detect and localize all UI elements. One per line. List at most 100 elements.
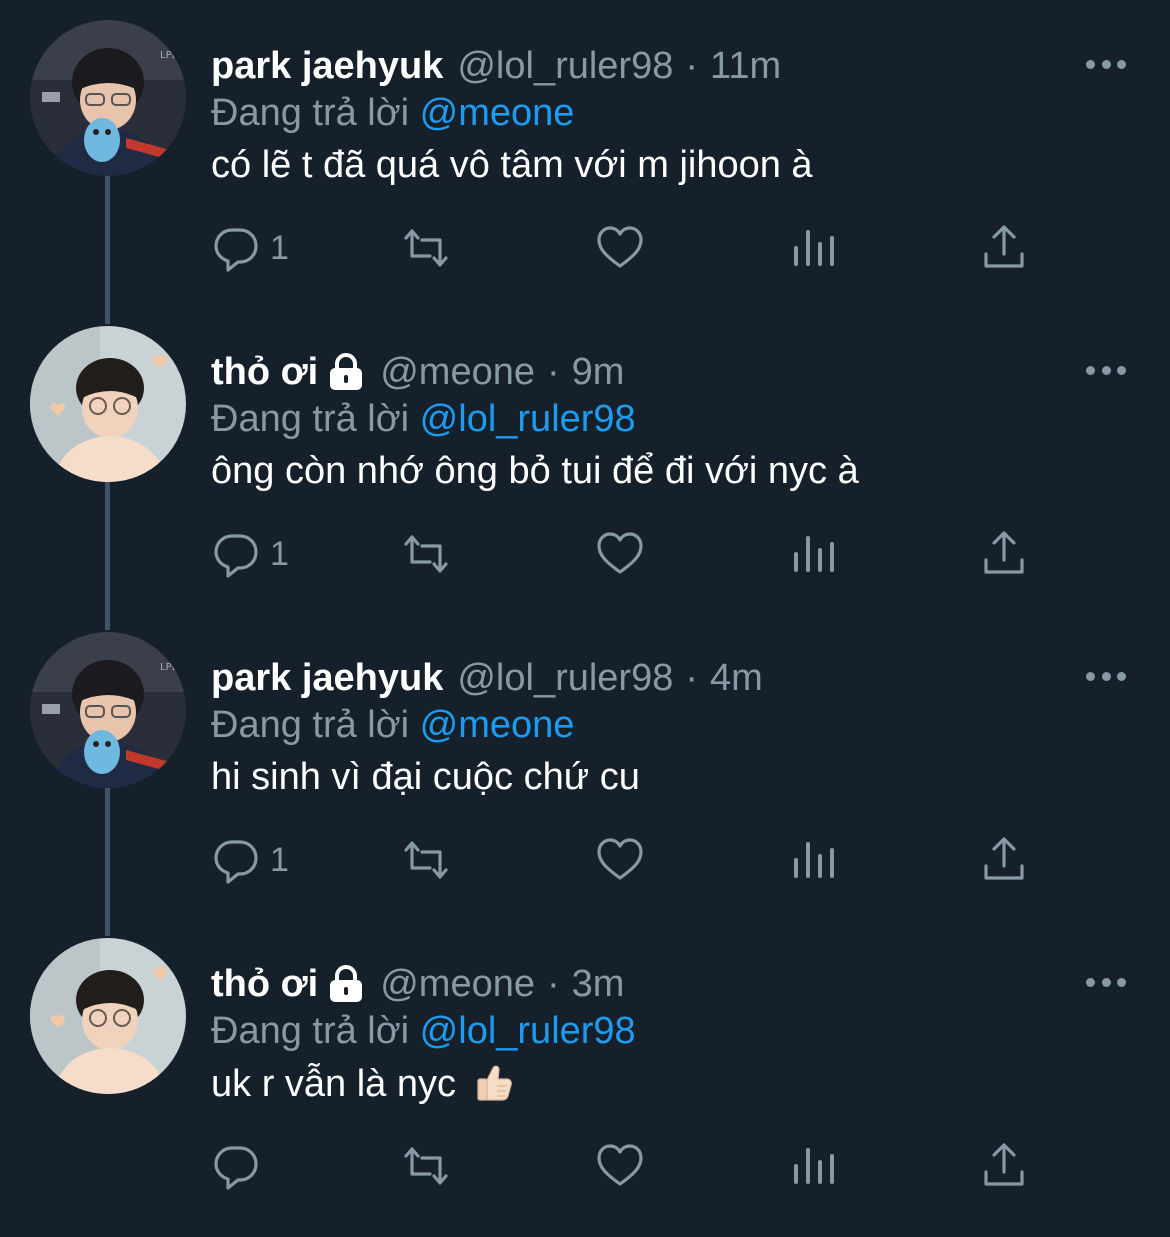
action-bar: 1 [212,832,1042,888]
thumbs-up-emoji [476,1065,512,1101]
thread-line [105,482,110,630]
retweet-icon [404,1147,448,1185]
reply-count: 1 [270,534,289,573]
handle[interactable]: @lol_ruler98 [457,45,673,88]
display-name[interactable]: park jaehyuk [211,657,443,700]
tweet-header: park jaehyuk @lol_ruler98 · 4m [211,652,763,704]
display-name[interactable]: thỏ ơi [211,351,318,394]
views-icon [794,842,834,878]
share-icon [984,531,1024,574]
tweet-header: park jaehyuk @lol_ruler98 · 11m [211,40,781,92]
replying-to-label: Đang trả lời [211,1010,410,1052]
replying-to-label: Đang trả lời [211,704,410,746]
heart-icon [597,532,643,574]
views-button[interactable] [790,220,838,276]
tweet-text: ông còn nhớ ông bỏ tui để đi với nyc à [211,450,859,492]
like-button[interactable] [596,526,644,582]
timestamp[interactable]: 4m [710,657,763,700]
thread-line [105,788,110,936]
lock-icon [330,965,363,1002]
more-icon[interactable] [1086,664,1126,688]
views-button[interactable] [790,1138,838,1194]
retweet-icon [404,229,448,267]
timestamp[interactable]: 11m [710,45,781,88]
reply-count: 1 [270,228,289,267]
avatar[interactable] [30,938,186,1094]
separator: · [685,656,699,699]
share-button[interactable] [980,1138,1028,1194]
reply-icon [214,840,258,884]
conversation-thread: LPL park jaehyuk @lol_ruler98 · 11m Đang… [0,0,1170,1237]
retweet-button[interactable] [402,526,450,582]
reply-icon [214,1146,258,1190]
svg-text:LPL: LPL [160,662,178,673]
tweet-text: hi sinh vì đại cuộc chứ cu [211,756,640,798]
handle[interactable]: @meone [380,963,535,1006]
reply-button[interactable]: 1 [212,220,289,276]
share-button[interactable] [980,220,1028,276]
more-icon[interactable] [1086,358,1126,382]
reply-button[interactable]: 1 [212,832,289,888]
mention-link[interactable]: @meone [420,704,575,746]
handle[interactable]: @lol_ruler98 [457,657,673,700]
share-icon [984,225,1024,268]
replying-to: Đang trả lời @lol_ruler98 [211,1010,636,1053]
svg-text:LPL: LPL [160,50,178,61]
reply-icon [214,228,258,272]
reply-count: 1 [270,840,289,879]
replying-to: Đang trả lời @meone [211,704,574,747]
lock-icon [330,353,363,390]
action-bar: 1 [212,220,1042,276]
retweet-icon [404,535,448,573]
tweet-text-container: uk r vẫn là nyc [211,1062,513,1106]
share-button[interactable] [980,832,1028,888]
tweet-header: thỏ ơi @meone · 9m [211,346,624,398]
mention-link[interactable]: @meone [420,92,575,134]
avatar[interactable] [30,326,186,482]
heart-icon [597,226,643,268]
avatar[interactable]: LPL [30,20,186,176]
share-icon [984,837,1024,880]
retweet-button[interactable] [402,832,450,888]
replying-to: Đang trả lời @meone [211,92,574,135]
timestamp[interactable]: 3m [572,963,625,1006]
display-name[interactable]: thỏ ơi [211,963,318,1006]
heart-icon [597,838,643,880]
avatar[interactable]: LPL [30,632,186,788]
reply-button[interactable]: 1 [212,526,289,582]
like-button[interactable] [596,1138,644,1194]
views-icon [794,536,834,572]
like-button[interactable] [596,832,644,888]
separator: · [685,44,699,87]
like-button[interactable] [596,220,644,276]
display-name[interactable]: park jaehyuk [211,45,443,88]
retweet-button[interactable] [402,1138,450,1194]
views-button[interactable] [790,832,838,888]
reply-button[interactable] [212,1138,270,1194]
replying-to-label: Đang trả lời [211,398,410,440]
handle[interactable]: @meone [380,351,535,394]
retweet-button[interactable] [402,220,450,276]
replying-to-label: Đang trả lời [211,92,410,134]
views-button[interactable] [790,526,838,582]
tweet-text: uk r vẫn là nyc [211,1063,456,1105]
mention-link[interactable]: @lol_ruler98 [420,1010,636,1052]
more-icon[interactable] [1086,970,1126,994]
views-icon [794,230,834,266]
share-button[interactable] [980,526,1028,582]
more-icon[interactable] [1086,52,1126,76]
thread-line [105,176,110,324]
heart-icon [597,1144,643,1186]
tweet-header: thỏ ơi @meone · 3m [211,958,624,1010]
action-bar [212,1138,1042,1194]
share-icon [984,1143,1024,1186]
views-icon [794,1148,834,1184]
timestamp[interactable]: 9m [572,351,625,394]
tweet-text: có lẽ t đã quá vô tâm với m jihoon à [211,144,813,186]
replying-to: Đang trả lời @lol_ruler98 [211,398,636,441]
retweet-icon [404,841,448,879]
separator: · [546,350,560,393]
mention-link[interactable]: @lol_ruler98 [420,398,636,440]
reply-icon [214,534,258,578]
separator: · [546,962,560,1005]
